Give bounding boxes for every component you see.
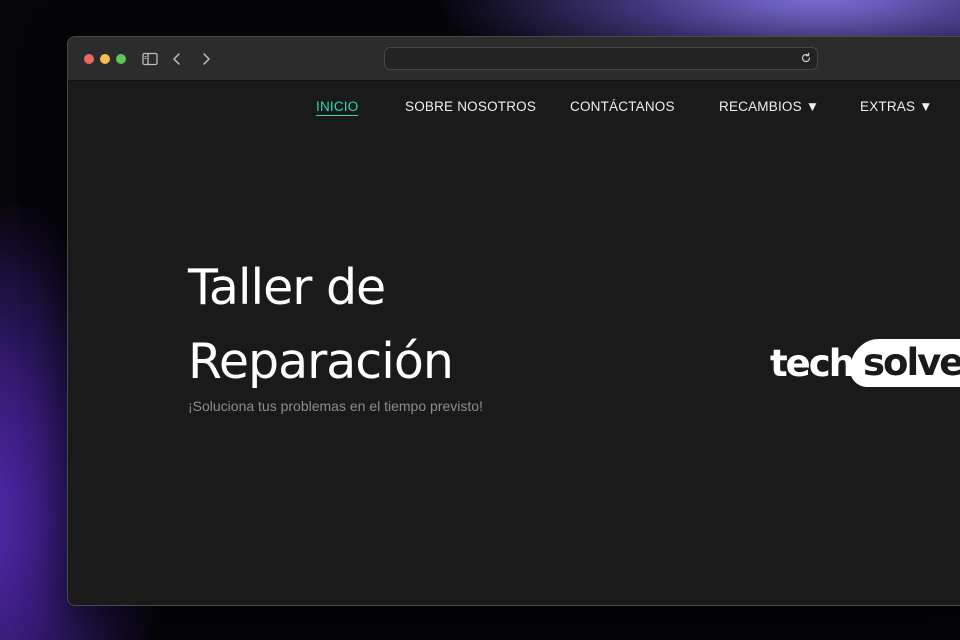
hero-title-line-2: Reparación: [188, 333, 454, 390]
nav-item-sobre-nosotros[interactable]: SOBRE NOSOTROS: [405, 99, 536, 114]
address-input[interactable]: [385, 48, 801, 69]
logo-text-solve: solve: [863, 341, 960, 384]
minimize-window-button[interactable]: [100, 54, 110, 64]
logo-badge-solve: solve: [845, 339, 960, 387]
nav-item-recambios-dropdown[interactable]: RECAMBIOS ▼: [719, 99, 819, 114]
nav-item-inicio[interactable]: INICIO: [316, 99, 359, 116]
zoom-window-button[interactable]: [116, 54, 126, 64]
hero-subtitle: ¡Soluciona tus problemas en el tiempo pr…: [188, 398, 483, 414]
close-window-button[interactable]: [84, 54, 94, 64]
reload-icon[interactable]: [800, 52, 812, 64]
main-navigation: INICIO SOBRE NOSOTROS CONTÁCTANOS RECAMB…: [68, 99, 960, 119]
techsolve-logo: tech solve: [770, 339, 960, 389]
nav-item-contactanos[interactable]: CONTÁCTANOS: [570, 99, 675, 114]
nav-item-extras-dropdown[interactable]: EXTRAS ▼: [860, 99, 933, 114]
browser-window: INICIO SOBRE NOSOTROS CONTÁCTANOS RECAMB…: [67, 36, 960, 606]
logo-text-tech: tech: [770, 342, 855, 385]
chevron-left-icon[interactable]: [170, 49, 184, 69]
browser-toolbar: [68, 37, 960, 81]
sidebar-icon[interactable]: [142, 49, 158, 69]
address-bar[interactable]: [384, 47, 818, 70]
hero-title-line-1: Taller de: [188, 259, 386, 316]
hero-title: Taller de Reparación: [188, 251, 454, 399]
chevron-right-icon[interactable]: [199, 49, 213, 69]
